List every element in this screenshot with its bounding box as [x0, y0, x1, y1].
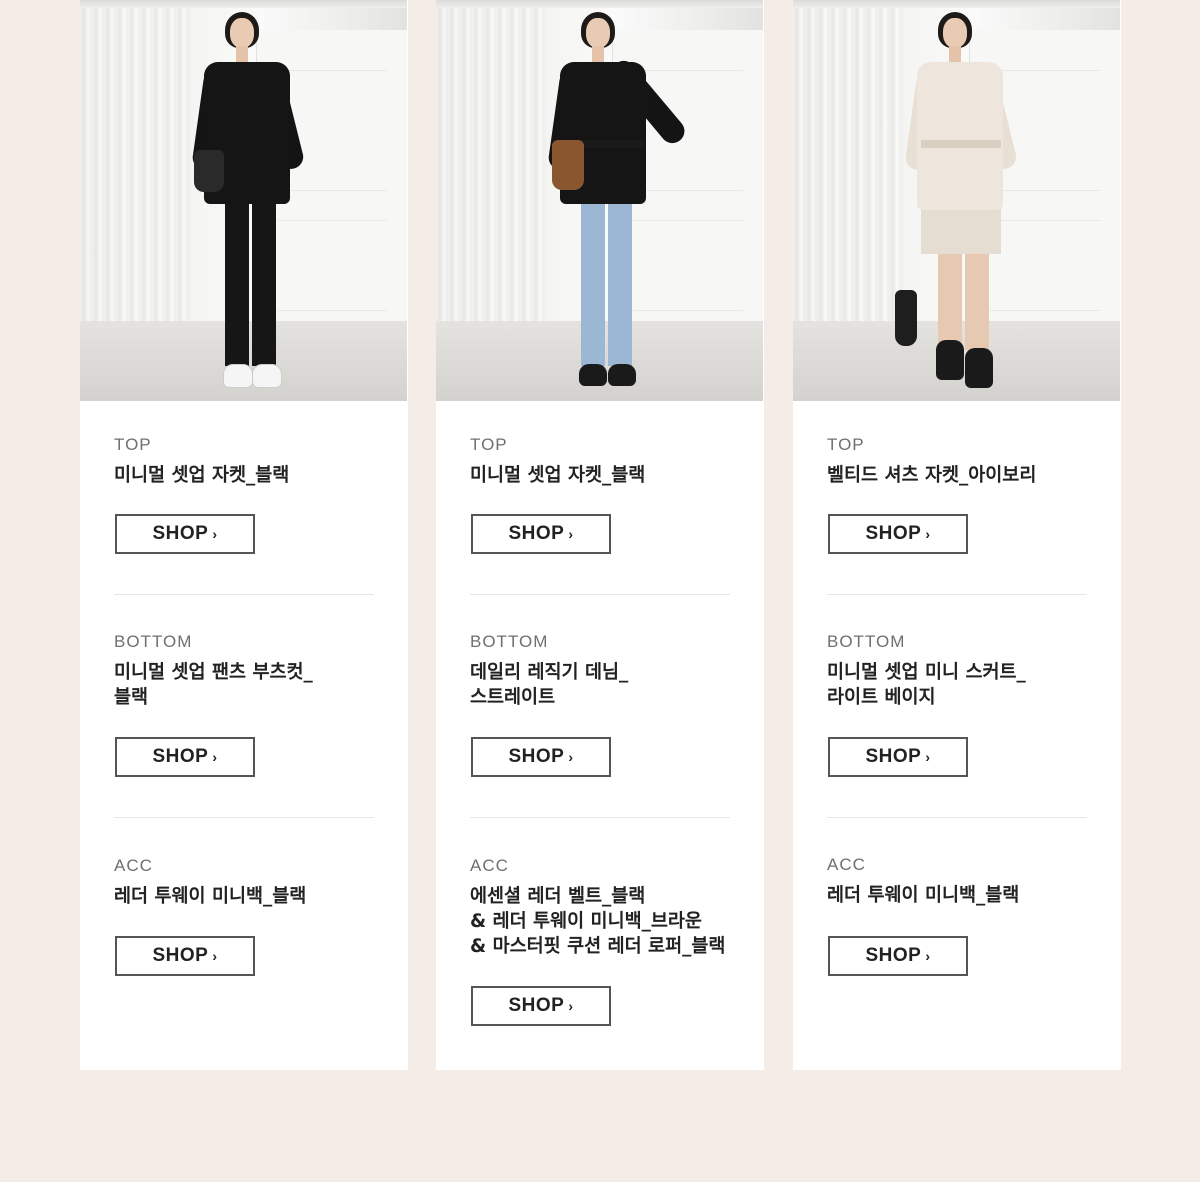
chevron-right-icon: › — [212, 948, 218, 964]
chevron-right-icon: › — [212, 749, 218, 765]
shop-button[interactable]: SHOP › — [828, 737, 968, 777]
chevron-right-icon: › — [925, 526, 931, 542]
lookbook-page: TOP 미니멀 셋업 자켓_블랙 SHOP › BOTTOM 미니멀 셋업 팬츠 … — [0, 0, 1200, 1182]
shop-button-label: SHOP — [865, 523, 922, 544]
category-label: BOTTOM — [470, 632, 549, 651]
model-figure — [793, 0, 1120, 401]
look-card-2: TOP 미니멀 셋업 자켓_블랙 SHOP › BOTTOM 데일리 레직기 데님… — [436, 0, 764, 1070]
bottom-section: BOTTOM 미니멀 셋업 미니 스커트_ 라이트 베이지 — [827, 632, 1087, 710]
shop-button[interactable]: SHOP › — [115, 737, 255, 777]
chevron-right-icon: › — [568, 526, 574, 542]
shop-button-label: SHOP — [508, 746, 565, 767]
category-label: BOTTOM — [114, 632, 193, 651]
chevron-right-icon: › — [568, 749, 574, 765]
divider — [470, 817, 730, 818]
product-name: 레더 투웨이 미니백_블랙 — [827, 885, 1020, 906]
category-label: TOP — [827, 435, 865, 454]
product-name: 에센셜 레더 벨트_블랙 & 레더 투웨이 미니백_브라운 & 마스터핏 쿠션 … — [470, 886, 726, 957]
category-label: BOTTOM — [827, 632, 906, 651]
shop-button-label: SHOP — [508, 995, 565, 1016]
shop-button[interactable]: SHOP › — [828, 936, 968, 976]
product-name: 미니멀 셋업 자켓_블랙 — [470, 465, 646, 486]
acc-section: ACC 레더 투웨이 미니백_블랙 — [827, 855, 1087, 908]
divider — [470, 594, 730, 595]
divider — [114, 817, 374, 818]
shop-button[interactable]: SHOP › — [828, 514, 968, 554]
top-section: TOP 벨티드 셔츠 자켓_아이보리 — [827, 435, 1087, 488]
category-label: TOP — [470, 435, 508, 454]
shop-button-label: SHOP — [152, 945, 209, 966]
category-label: TOP — [114, 435, 152, 454]
product-name: 레더 투웨이 미니백_블랙 — [114, 886, 307, 907]
model-figure — [80, 0, 407, 401]
bottom-section: BOTTOM 데일리 레직기 데님_ 스트레이트 — [470, 632, 730, 710]
category-label: ACC — [470, 856, 509, 875]
product-name: 미니멀 셋업 자켓_블랙 — [114, 465, 290, 486]
product-name: 벨티드 셔츠 자켓_아이보리 — [827, 465, 1037, 486]
divider — [114, 594, 374, 595]
divider — [827, 817, 1087, 818]
chevron-right-icon: › — [568, 998, 574, 1014]
product-name: 데일리 레직기 데님_ 스트레이트 — [470, 662, 629, 708]
shop-button-label: SHOP — [508, 523, 565, 544]
model-figure — [436, 0, 763, 401]
look-card-1: TOP 미니멀 셋업 자켓_블랙 SHOP › BOTTOM 미니멀 셋업 팬츠 … — [80, 0, 408, 1070]
bottom-section: BOTTOM 미니멀 셋업 팬츠 부츠컷_ 블랙 — [114, 632, 374, 710]
shop-button[interactable]: SHOP › — [471, 986, 611, 1026]
shop-button-label: SHOP — [865, 746, 922, 767]
category-label: ACC — [114, 856, 153, 875]
shop-button-label: SHOP — [865, 945, 922, 966]
shop-button[interactable]: SHOP › — [115, 514, 255, 554]
shop-button-label: SHOP — [152, 523, 209, 544]
look-card-3: TOP 벨티드 셔츠 자켓_아이보리 SHOP › BOTTOM 미니멀 셋업 미… — [793, 0, 1121, 1070]
chevron-right-icon: › — [925, 749, 931, 765]
look-photo-1 — [80, 0, 407, 401]
product-name: 미니멀 셋업 팬츠 부츠컷_ 블랙 — [114, 662, 313, 708]
divider — [827, 594, 1087, 595]
shop-button[interactable]: SHOP › — [471, 737, 611, 777]
top-section: TOP 미니멀 셋업 자켓_블랙 — [114, 435, 374, 488]
category-label: ACC — [827, 855, 866, 874]
look-photo-3 — [793, 0, 1120, 401]
acc-section: ACC 에센셜 레더 벨트_블랙 & 레더 투웨이 미니백_브라운 & 마스터핏… — [470, 856, 740, 959]
top-section: TOP 미니멀 셋업 자켓_블랙 — [470, 435, 730, 488]
chevron-right-icon: › — [212, 526, 218, 542]
shop-button[interactable]: SHOP › — [115, 936, 255, 976]
shop-button-label: SHOP — [152, 746, 209, 767]
product-name: 미니멀 셋업 미니 스커트_ 라이트 베이지 — [827, 662, 1026, 708]
acc-section: ACC 레더 투웨이 미니백_블랙 — [114, 856, 374, 909]
look-photo-2 — [436, 0, 763, 401]
chevron-right-icon: › — [925, 948, 931, 964]
shop-button[interactable]: SHOP › — [471, 514, 611, 554]
